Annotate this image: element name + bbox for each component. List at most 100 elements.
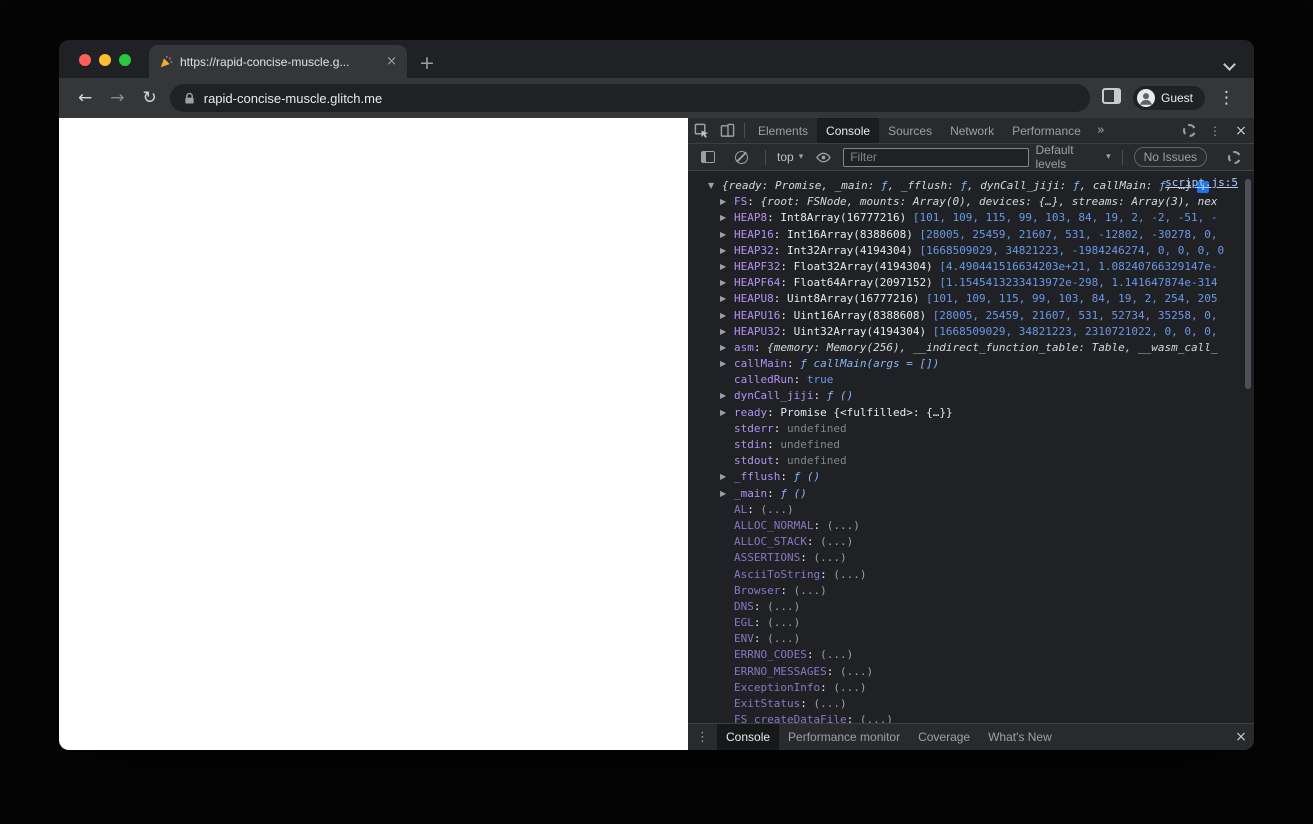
console-row: ▶ HEAP8: Int8Array(16777216) [101, 109, 1… <box>688 210 1254 226</box>
gear-icon <box>1227 150 1241 164</box>
expand-arrow-icon[interactable]: ▶ <box>720 405 734 421</box>
expand-arrow-icon[interactable]: ▶ <box>720 210 734 226</box>
property-name: FS_createDataFile <box>734 713 847 723</box>
devtools-menu-icon[interactable]: ⋮ <box>1202 118 1228 143</box>
devtools-tab-elements[interactable]: Elements <box>749 118 817 143</box>
devtools-settings-button[interactable] <box>1176 118 1202 143</box>
getter-ellipsis[interactable]: (...) <box>840 665 873 678</box>
devtools-close-icon[interactable]: × <box>1228 118 1254 143</box>
console-sidebar-button[interactable] <box>695 144 721 170</box>
drawer-tab-console[interactable]: Console <box>717 724 780 750</box>
getter-ellipsis[interactable]: (...) <box>767 600 800 613</box>
console-row: ▶ _main: ƒ () <box>688 486 1254 502</box>
console-text: Int16Array(8388608) <box>787 227 920 241</box>
expand-arrow-icon[interactable]: ▶ <box>720 275 734 291</box>
forward-button[interactable]: → <box>105 88 129 108</box>
expand-arrow-icon[interactable]: ▶ <box>720 308 734 324</box>
getter-ellipsis[interactable]: (...) <box>794 584 827 597</box>
reload-button[interactable]: ↻ <box>138 88 162 108</box>
profile-name: Guest <box>1160 91 1193 105</box>
drawer-tab-coverage[interactable]: Coverage <box>909 724 979 750</box>
getter-ellipsis[interactable]: (...) <box>833 681 866 694</box>
property-name: ENV <box>734 632 754 646</box>
fullscreen-window-button[interactable] <box>119 54 131 66</box>
tab-close-icon[interactable]: × <box>386 54 397 69</box>
getter-ellipsis[interactable]: (...) <box>820 648 853 661</box>
colon: : <box>753 340 768 354</box>
expand-arrow-icon[interactable]: ▶ <box>720 324 734 340</box>
property-name: ASSERTIONS <box>734 551 801 565</box>
console-text: ƒ <box>1073 179 1080 192</box>
colon: : <box>813 389 827 403</box>
expand-arrow-icon[interactable]: ▶ <box>720 486 734 502</box>
console-text: Uint8Array(16777216) <box>787 292 927 306</box>
filter-input[interactable] <box>843 147 1029 167</box>
devtools-tab-console[interactable]: Console <box>817 118 880 143</box>
console-row: stdout: undefined <box>688 453 1254 469</box>
colon: : <box>806 648 821 662</box>
clear-console-button[interactable] <box>728 144 754 170</box>
getter-ellipsis[interactable]: (...) <box>767 632 800 645</box>
expand-arrow-icon[interactable]: ▶ <box>720 340 734 356</box>
getter-ellipsis[interactable]: (...) <box>827 519 860 532</box>
lock-icon <box>184 92 195 105</box>
address-bar[interactable]: rapid-concise-muscle.glitch.me <box>169 84 1090 112</box>
expand-arrow-icon[interactable]: ▶ <box>720 194 734 210</box>
getter-ellipsis[interactable]: (...) <box>813 551 846 564</box>
console-log: ▼ {ready: Promise, _main: ƒ, _fflush: ƒ, … <box>688 178 1254 723</box>
issues-status[interactable]: No Issues <box>1133 147 1207 167</box>
property-name: HEAP16 <box>734 227 774 241</box>
drawer-tab-what-s-new[interactable]: What's New <box>979 724 1061 750</box>
browser-menu-icon[interactable]: ⋮ <box>1213 88 1240 108</box>
getter-ellipsis[interactable]: (...) <box>820 535 853 548</box>
device-toolbar-button[interactable] <box>714 118 740 143</box>
tab-search-button[interactable] <box>1223 56 1236 74</box>
console-row: ExceptionInfo: (...) <box>688 680 1254 696</box>
expand-arrow-icon[interactable]: ▶ <box>720 259 734 275</box>
colon: : <box>767 438 781 451</box>
live-expression-button[interactable] <box>810 144 836 170</box>
tab-strip: https://rapid-concise-muscle.g... × + <box>59 40 1254 78</box>
getter-ellipsis[interactable]: (...) <box>833 568 866 581</box>
more-tabs-button[interactable]: » <box>1090 123 1112 138</box>
side-panel-button[interactable] <box>1098 87 1125 109</box>
profile-chip[interactable]: Guest <box>1132 86 1205 110</box>
expand-arrow-icon[interactable]: ▶ <box>720 291 734 307</box>
property-name: HEAPU16 <box>734 308 781 322</box>
drawer-tab-performance-monitor[interactable]: Performance monitor <box>779 724 909 750</box>
drawer-close-icon[interactable]: × <box>1228 724 1254 750</box>
devtools-tab-network[interactable]: Network <box>941 118 1003 143</box>
browser-tab[interactable]: https://rapid-concise-muscle.g... × <box>149 45 407 78</box>
colon: : <box>820 680 834 694</box>
expand-arrow-icon[interactable]: ▶ <box>720 227 734 243</box>
devtools-tab-sources[interactable]: Sources <box>879 118 941 143</box>
close-window-button[interactable] <box>79 54 91 66</box>
drawer-menu-icon[interactable]: ⋮ <box>688 730 717 745</box>
inspect-element-button[interactable] <box>688 118 714 143</box>
devtools-tab-performance[interactable]: Performance <box>1003 118 1090 143</box>
collapse-arrow-icon[interactable]: ▼ <box>708 178 722 194</box>
expand-arrow-icon[interactable]: ▶ <box>720 388 734 404</box>
source-link[interactable]: script.js:5 <box>1165 175 1238 191</box>
log-levels-label: Default levels <box>1035 143 1074 171</box>
console-text: Int32Array(4194304) <box>787 243 920 257</box>
javascript-context-selector[interactable]: top ▾ <box>777 150 803 164</box>
getter-ellipsis[interactable]: (...) <box>767 616 800 629</box>
new-tab-button[interactable]: + <box>407 49 447 77</box>
getter-ellipsis[interactable]: (...) <box>860 713 893 723</box>
console-settings-button[interactable] <box>1221 144 1247 170</box>
expand-arrow-icon[interactable]: ▶ <box>720 469 734 485</box>
getter-ellipsis[interactable]: (...) <box>761 503 794 516</box>
log-levels-dropdown[interactable]: Default levels ▾ <box>1036 143 1111 171</box>
divider <box>744 123 745 138</box>
console-scrollbar[interactable] <box>1245 179 1251 389</box>
gear-icon <box>1182 124 1196 137</box>
property-name: dynCall_jiji <box>734 389 814 403</box>
back-button[interactable]: ← <box>73 88 97 108</box>
minimize-window-button[interactable] <box>99 54 111 66</box>
expand-arrow-icon[interactable]: ▶ <box>720 243 734 259</box>
console-row: EGL: (...) <box>688 615 1254 631</box>
getter-ellipsis[interactable]: (...) <box>813 697 846 710</box>
expand-arrow-icon[interactable]: ▶ <box>720 356 734 372</box>
console-row: Browser: (...) <box>688 583 1254 599</box>
